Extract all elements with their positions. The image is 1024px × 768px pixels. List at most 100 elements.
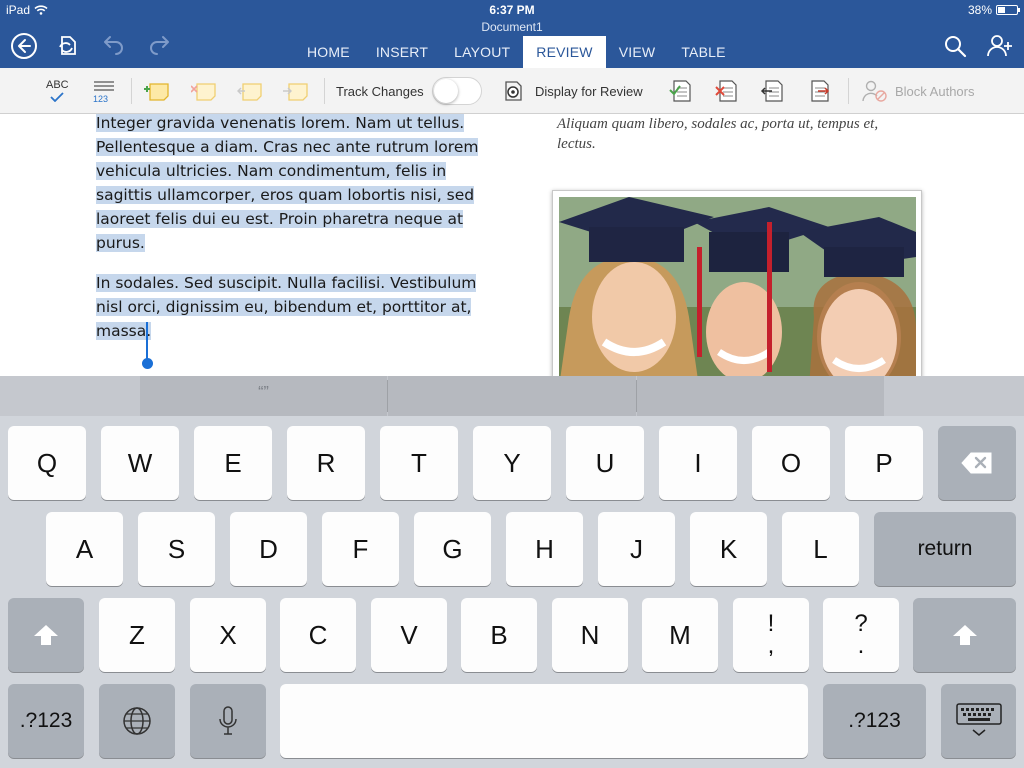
previous-comment-button[interactable] [237,76,265,106]
onscreen-keyboard: Q W E R T Y U I O P A S D F G H J K L re… [0,416,1024,768]
key-k[interactable]: K [690,512,767,586]
previous-comment-icon [237,83,262,101]
key-j[interactable]: J [598,512,675,586]
sync-icon[interactable] [53,31,83,61]
new-comment-icon [144,83,169,101]
previous-change-icon [760,80,783,102]
accept-change-button[interactable] [668,76,694,106]
new-comment-button[interactable] [144,76,172,106]
reject-change-button[interactable] [714,76,740,106]
key-q[interactable]: Q [8,426,86,500]
document-canvas[interactable]: Integer gravida venenatis lorem. Nam ut … [0,114,1024,376]
dictation-key[interactable] [190,684,266,758]
key-a[interactable]: A [46,512,123,586]
graduation-photo[interactable] [552,190,922,376]
display-review-gear-icon [505,81,522,101]
next-change-icon [811,80,830,102]
track-changes-toggle[interactable] [431,77,482,105]
selection-cursor [146,322,148,360]
tab-insert[interactable]: INSERT [363,36,441,68]
key-exclamation-comma[interactable]: !, [733,598,809,672]
key-y[interactable]: Y [473,426,551,500]
previous-change-button[interactable] [760,76,786,106]
key-z[interactable]: Z [99,598,175,672]
globe-key[interactable] [99,684,175,758]
selected-paragraph-2[interactable]: In sodales. Sed suscipit. Nulla facilisi… [96,271,481,343]
next-comment-button[interactable] [283,76,311,106]
shift-key-left[interactable] [8,598,84,672]
microphone-icon [219,706,237,735]
hide-keyboard-icon [955,703,1002,736]
key-m[interactable]: M [642,598,718,672]
display-for-review-button[interactable]: Display for Review [502,76,643,106]
shift-key-right[interactable] [913,598,1016,672]
key-t[interactable]: T [380,426,458,500]
selected-paragraph-1[interactable]: Integer gravida venenatis lorem. Nam ut … [96,114,481,255]
next-change-button[interactable] [806,76,832,106]
key-d[interactable]: D [230,512,307,586]
space-bar[interactable] [280,684,808,758]
numbers-key-left[interactable]: .?123 [8,684,84,758]
key-w[interactable]: W [101,426,179,500]
tab-review[interactable]: REVIEW [523,36,606,68]
shift-icon [34,625,58,645]
ribbon-divider [131,78,132,104]
key-v[interactable]: V [371,598,447,672]
redo-icon[interactable] [144,31,174,61]
key-f[interactable]: F [322,512,399,586]
ribbon-divider [324,78,325,104]
key-g[interactable]: G [414,512,491,586]
key-e[interactable]: E [194,426,272,500]
key-s[interactable]: S [138,512,215,586]
key-p[interactable]: P [845,426,923,500]
suggestion-2[interactable] [388,376,636,416]
undo-icon[interactable] [99,31,129,61]
tab-layout[interactable]: LAYOUT [441,36,523,68]
delete-comment-button[interactable] [191,76,219,106]
word-count-button[interactable]: 123 [91,76,119,106]
spelling-icon-label: ABC [46,79,69,91]
battery-icon [996,5,1020,15]
key-u[interactable]: U [566,426,644,500]
hide-keyboard-key[interactable] [941,684,1016,758]
tab-table[interactable]: TABLE [668,36,738,68]
backspace-key[interactable] [938,426,1016,500]
suggestion-3[interactable] [637,376,884,416]
track-changes-label: Track Changes [336,83,424,99]
key-b[interactable]: B [461,598,537,672]
key-c[interactable]: C [280,598,356,672]
block-authors-button[interactable]: Block Authors [862,76,975,106]
accept-change-icon [669,80,691,102]
shift-icon [952,625,977,645]
selection-handle[interactable] [142,358,153,369]
numbers-key-right[interactable]: .?123 [823,684,926,758]
spelling-button[interactable]: ABC [44,76,72,106]
review-ribbon: ABC 123 Track Changes Display for Review [0,68,1024,114]
key-l[interactable]: L [782,512,859,586]
key-comma: , [767,632,775,659]
key-n[interactable]: N [552,598,628,672]
predictive-bar: “” [0,376,1024,416]
delete-comment-icon [191,83,216,101]
key-period: . [857,632,865,659]
paragraph-1-text: Integer gravida venenatis lorem. Nam ut … [96,114,479,252]
tab-home[interactable]: HOME [294,36,363,68]
share-person-icon[interactable] [985,31,1015,61]
back-icon[interactable] [9,31,39,61]
search-icon[interactable] [940,31,970,61]
status-bar: iPad 6:37 PM 38% [0,0,1024,20]
numbers-label: .?123 [848,709,901,732]
word-count-icon-label: 123 [93,94,109,104]
tab-view[interactable]: VIEW [606,36,669,68]
paragraph-2-text: In sodales. Sed suscipit. Nulla facilisi… [96,274,477,340]
key-question-period[interactable]: ?. [823,598,899,672]
suggestion-1[interactable]: “” [140,376,387,416]
key-x[interactable]: X [190,598,266,672]
key-o[interactable]: O [752,426,830,500]
key-h[interactable]: H [506,512,583,586]
italic-paragraph[interactable]: Aliquam quam libero, sodales ac, porta u… [557,114,917,154]
key-i[interactable]: I [659,426,737,500]
return-key[interactable]: return [874,512,1016,586]
key-r[interactable]: R [287,426,365,500]
block-authors-label: Block Authors [895,83,975,99]
